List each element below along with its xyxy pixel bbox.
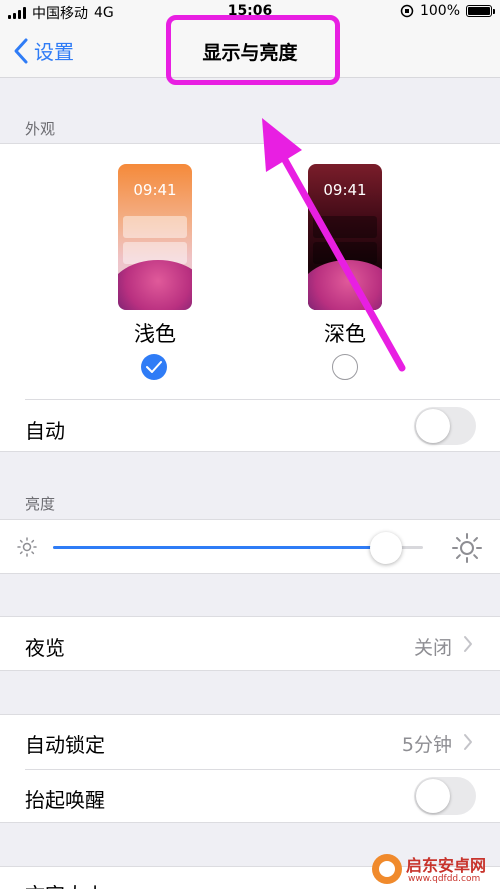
watermark-logo-icon [372,854,402,884]
auto-toggle[interactable] [414,407,476,445]
light-preview-wallpaper [118,260,192,310]
lock-group: 自动锁定 5分钟 抬起唤醒 [0,714,500,823]
brightness-high-icon [452,533,482,563]
toggle-knob [416,779,450,813]
light-mode-label: 浅色 [134,322,176,346]
battery-fill [468,7,490,15]
brightness-group [0,519,500,574]
night-shift-row[interactable]: 夜览 关闭 [0,616,500,671]
dark-mode-radio[interactable] [332,354,358,380]
chevron-right-icon [464,636,472,652]
dark-mode-label: 深色 [324,322,366,346]
auto-lock-value: 5分钟 [401,734,452,756]
toggle-knob [416,409,450,443]
battery-percent: 100% [419,3,460,19]
brightness-slider-knob[interactable] [370,532,402,564]
light-mode-radio[interactable] [141,354,167,380]
appearance-group: 09:41 09:41 浅色 深色 自动 [0,143,500,452]
divider [25,399,500,400]
night-shift-value: 关闭 [413,637,452,659]
auto-label: 自动 [25,419,65,443]
watermark-brand: 启东安卓网 [406,856,487,875]
rotation-lock-icon [400,4,414,18]
annotation-highlight-box [166,15,340,85]
brightness-low-icon [17,537,37,557]
dark-mode-preview[interactable]: 09:41 [308,164,382,310]
brightness-slider-fill [53,546,386,549]
divider [25,769,500,770]
brightness-section-label: 亮度 [25,495,56,513]
auto-lock-row[interactable]: 自动锁定 5分钟 [0,715,500,769]
auto-lock-label: 自动锁定 [25,733,105,757]
dark-preview-wallpaper [308,260,382,310]
light-preview-time: 09:41 [133,181,177,199]
watermark-url: www.qdfdd.com [408,874,481,884]
light-mode-preview[interactable]: 09:41 [118,164,192,310]
raise-to-wake-toggle[interactable] [414,777,476,815]
dark-preview-card [313,216,377,238]
status-right: 100% [400,3,495,19]
light-preview-card [123,216,187,238]
checkmark-icon [146,361,162,373]
raise-to-wake-label: 抬起唤醒 [25,788,105,812]
text-size-label: 文字大小 [25,879,105,889]
night-shift-label: 夜览 [25,636,65,660]
battery-icon [466,5,495,17]
dark-preview-time: 09:41 [323,181,367,199]
appearance-section-label: 外观 [25,120,56,138]
brightness-slider-track[interactable] [53,546,423,549]
chevron-right-icon [464,734,472,750]
